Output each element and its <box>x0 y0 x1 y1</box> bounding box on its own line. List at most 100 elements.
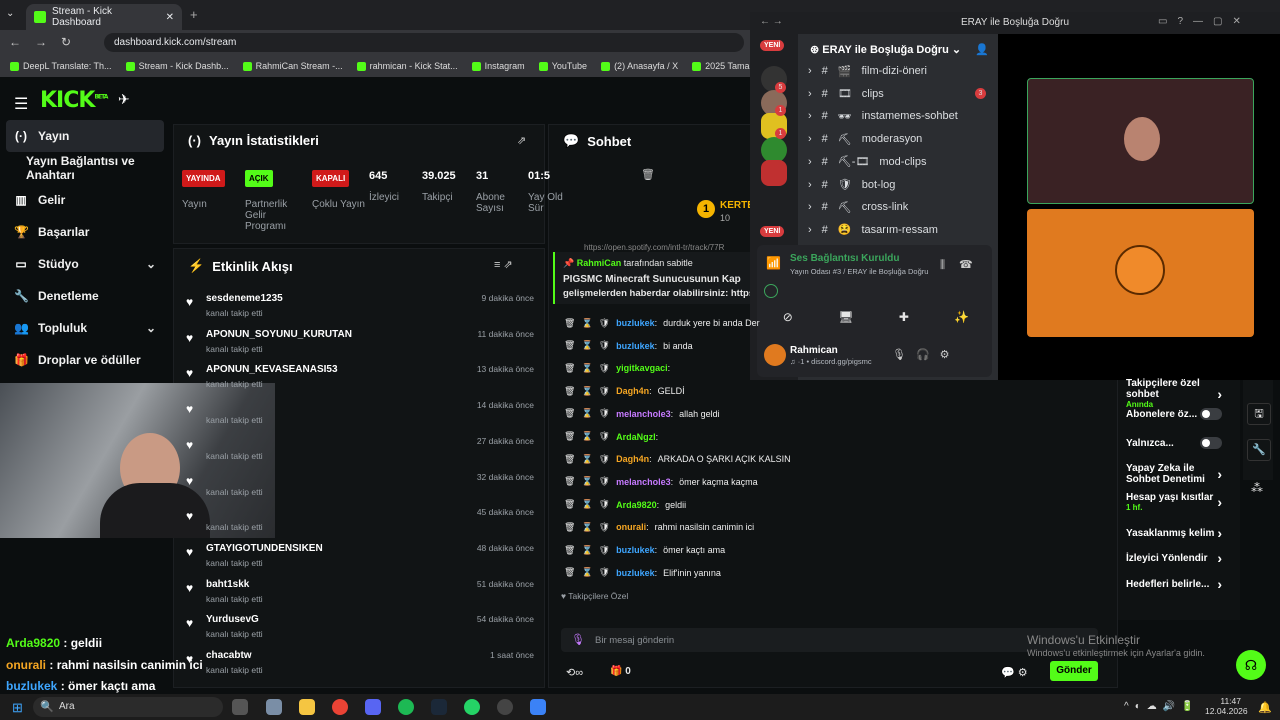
soundboard-icon[interactable]: ✨ <box>954 310 969 324</box>
chat-setting-8[interactable]: Hedefleri belirle... › <box>1126 576 1222 592</box>
screen-share-icon[interactable]: 🖥 <box>838 310 853 324</box>
taskbar-search[interactable]: Ara <box>33 697 223 717</box>
delete-icon[interactable]: 🗑 <box>564 386 575 397</box>
delete-icon[interactable]: 🗑 <box>564 567 575 578</box>
mic-headset-settings-icon[interactable]: 🎙🎧⚙ <box>892 348 960 361</box>
chevron-right-icon[interactable]: › <box>808 179 812 191</box>
sidebar-item-3[interactable]: ▥ Gelir <box>0 184 170 216</box>
add-member-icon[interactable]: 👤 <box>975 43 989 56</box>
app-icon[interactable] <box>530 699 546 715</box>
task-view-icon[interactable] <box>232 699 248 715</box>
chevron-right-icon[interactable]: › <box>808 88 812 100</box>
chat-username[interactable]: melancholе3 <box>616 409 671 419</box>
feed-username[interactable]: sesdeneme1235 <box>206 293 283 304</box>
chat-setting-1[interactable]: Takipçilere özel sohbet Anında › <box>1126 378 1222 409</box>
timeout-icon[interactable]: ⌛ <box>581 567 592 578</box>
popout-icon[interactable]: ⇗ <box>517 134 526 147</box>
timeout-icon[interactable]: ⌛ <box>581 545 592 556</box>
discord-icon[interactable] <box>365 699 381 715</box>
sidebar-item-4[interactable]: 🏆 Başarılar <box>0 216 170 248</box>
delete-icon[interactable]: 🗑 <box>564 522 575 533</box>
chevron-right-icon[interactable]: › <box>808 65 812 77</box>
channel-item[interactable]: › # ⛏ cross-link <box>808 197 908 217</box>
timeout-icon[interactable]: ⌛ <box>581 318 592 329</box>
windows-start-icon[interactable]: ⊞ <box>12 700 23 716</box>
chevron-right-icon[interactable]: › <box>1217 494 1222 510</box>
feed-username[interactable]: chacabtw <box>206 650 252 661</box>
chevron-right-icon[interactable]: › <box>1217 525 1222 541</box>
chevron-right-icon[interactable]: › <box>1217 466 1222 482</box>
chat-username[interactable]: onurali <box>616 522 646 532</box>
chevron-right-icon[interactable]: › <box>808 156 812 168</box>
chevron-right-icon[interactable]: › <box>1217 386 1222 402</box>
chevron-right-icon[interactable]: › <box>808 110 812 122</box>
chat-setting-2[interactable]: Abonelere öz... <box>1126 408 1222 420</box>
sidebar-item-6[interactable]: 🔧 Denetleme <box>0 280 170 312</box>
chat-username[interactable]: Dagh4n <box>616 454 649 464</box>
bookmark-item[interactable]: rahmican - Kick Stat... <box>356 61 458 71</box>
channel-item[interactable]: › # ⛏ moderasyon <box>808 129 922 149</box>
chat-username[interactable]: Dagh4n <box>616 386 649 396</box>
support-icon[interactable]: ☊ <box>1236 650 1266 680</box>
channel-item[interactable]: › # 🕶 instamemes-sohbet <box>808 106 958 126</box>
camera-off-icon[interactable]: ⊘ <box>783 310 793 324</box>
channel-item[interactable]: › # 😫 tasarım-ressam <box>808 220 938 240</box>
sidebar-item-1[interactable]: (·) Yayın <box>6 120 164 152</box>
timeout-icon[interactable]: ⌛ <box>581 408 592 419</box>
chat-input[interactable]: 🎙 Bir mesaj gönderin <box>561 628 1098 652</box>
bookmark-item[interactable]: (2) Anasayfa / X <box>601 61 678 71</box>
chat-setting-7[interactable]: İzleyici Yönlendir › <box>1126 550 1222 566</box>
bookmark-item[interactable]: DeepL Translate: Th... <box>10 61 112 71</box>
browser-tab[interactable]: Stream - Kick Dashboard ✕ <box>26 4 182 30</box>
timeout-icon[interactable]: ⌛ <box>581 522 592 533</box>
close-tab-icon[interactable]: ✕ <box>166 12 174 23</box>
steam-icon[interactable] <box>431 699 447 715</box>
channel-item[interactable]: › # 🎬 film-dizi-öneri <box>808 61 927 81</box>
channel-item[interactable]: › # 🎞 clips 3 <box>808 84 986 104</box>
loop-icon[interactable]: ⟲∞ <box>566 666 583 679</box>
filter-icon[interactable]: ≡ ⇗ <box>494 258 513 271</box>
whatsapp-icon[interactable] <box>464 699 480 715</box>
nav-buttons-icon[interactable]: ←→↻ <box>9 35 85 49</box>
delete-icon[interactable]: 🗑 <box>564 340 575 351</box>
chevron-right-icon[interactable]: › <box>808 133 812 145</box>
activity-icon[interactable]: ✚ <box>899 310 909 324</box>
chevron-right-icon[interactable]: › <box>1217 550 1222 566</box>
sidebar-item-2[interactable]: Yayın Bağlantısı ve Anahtarı <box>0 152 170 184</box>
bookmark-item[interactable]: RahmiCan Stream -... <box>242 61 343 71</box>
feed-username[interactable]: APONUN_KEVASEANASI53 <box>206 364 338 375</box>
chat-username[interactable]: yigitkavgaci <box>616 363 668 373</box>
explorer-icon[interactable] <box>266 699 282 715</box>
apps-icon[interactable]: ⁂ <box>1251 481 1263 495</box>
chat-username[interactable]: buzlukek <box>616 545 655 555</box>
chevron-right-icon[interactable]: › <box>1217 576 1222 592</box>
chat-setting-4[interactable]: Yapay Zeka ile Sohbet Denetimi › <box>1126 463 1222 485</box>
voice-channel[interactable]: Yayın Odası #3 / ERAY ile Boşluğa Doğru <box>790 267 928 276</box>
server-name[interactable]: ⊛ ERAY ile Boşluğa Doğru ⌄ <box>810 43 961 56</box>
delete-icon[interactable]: 🗑 <box>564 318 575 329</box>
channel-item[interactable]: › # ⛏-🎞 mod-clips <box>808 152 926 172</box>
chat-username[interactable]: buzlukek <box>616 341 655 351</box>
video-tile-avatar[interactable] <box>1027 209 1254 337</box>
kick-logo[interactable]: KICKBETA <box>40 88 108 113</box>
bookmark-item[interactable]: Instagram <box>471 61 525 71</box>
timeout-icon[interactable]: ⌛ <box>581 499 592 510</box>
delete-icon[interactable]: 🗑 <box>564 431 575 442</box>
timeout-icon[interactable]: ⌛ <box>581 431 592 442</box>
chat-username[interactable]: Arda9820 <box>616 500 657 510</box>
channel-item[interactable]: › # 🛡 bot-log <box>808 175 895 195</box>
delete-icon[interactable]: 🗑 <box>564 454 575 465</box>
new-tab-icon[interactable]: + <box>190 7 198 22</box>
clock[interactable]: 11:47 12.04.2026 <box>1205 696 1248 716</box>
tab-list-icon[interactable]: ⌄ <box>6 8 14 19</box>
chevron-down-icon[interactable]: ⌄ <box>146 321 156 335</box>
chat-username[interactable]: buzlukek <box>616 568 655 578</box>
pinned-link[interactable]: https://open.spotify.com/intl-tr/track/7… <box>584 243 724 252</box>
sidebar-item-5[interactable]: ▭ Stüdyo ⌄ <box>0 248 170 280</box>
chrome-icon[interactable] <box>332 699 348 715</box>
delete-icon[interactable]: 🗑 <box>564 499 575 510</box>
chat-username[interactable]: ArdaNgzl <box>616 432 656 442</box>
tray-icons[interactable]: ^◐☁🔊🔋 <box>1124 701 1200 712</box>
chevron-right-icon[interactable]: › <box>808 224 812 236</box>
chevron-right-icon[interactable]: › <box>808 201 812 213</box>
